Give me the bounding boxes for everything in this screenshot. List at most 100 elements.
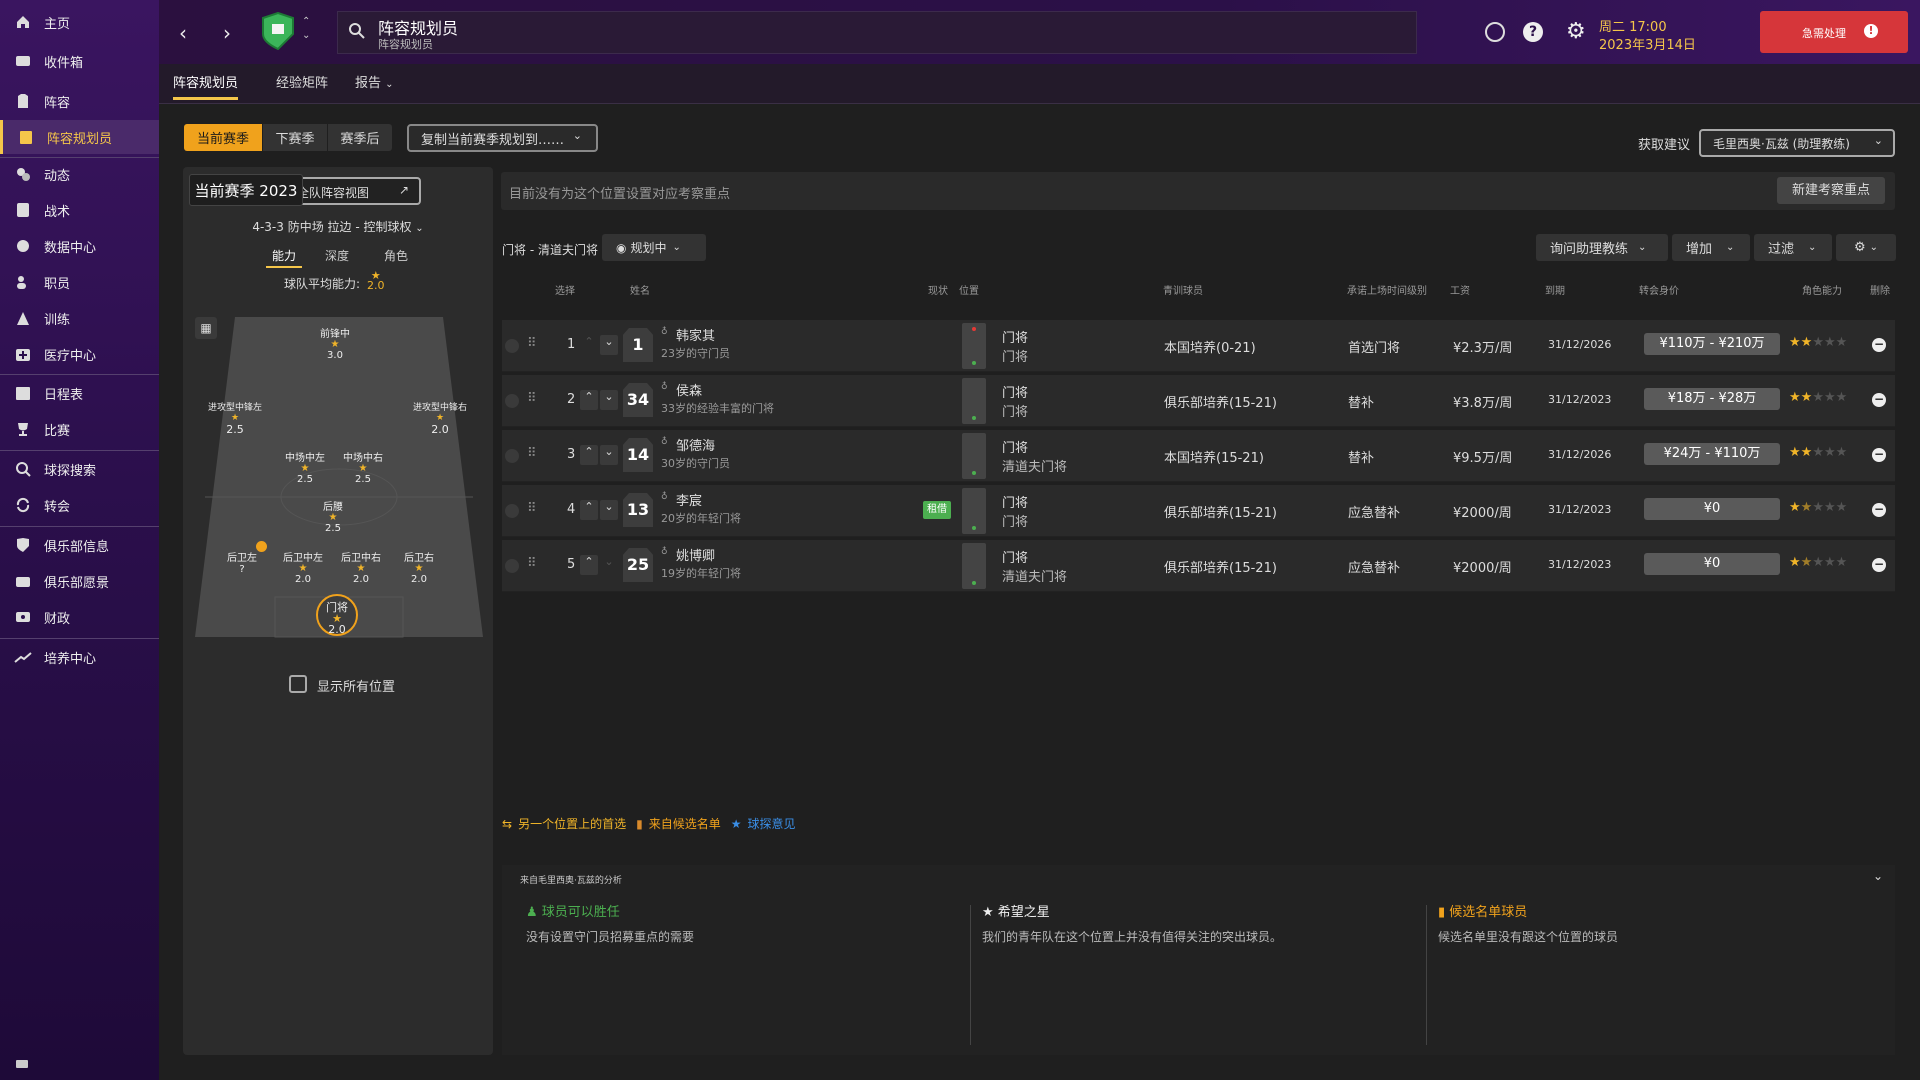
remove-icon[interactable]: −	[1872, 338, 1886, 352]
select-checkbox[interactable]	[505, 339, 519, 353]
filter-dropdown[interactable]: 过滤 ⌄	[1754, 234, 1832, 261]
move-down-icon[interactable]: ⌄	[600, 500, 618, 520]
add-dropdown[interactable]: 增加 ⌄	[1672, 234, 1750, 261]
drag-handle-icon[interactable]: ⠿	[527, 391, 537, 406]
position-mcr[interactable]: 中场中右 ★ 2.5	[335, 449, 391, 485]
move-up-icon[interactable]: ⌃	[580, 335, 598, 355]
header-homegrown[interactable]: 青训球员	[1163, 282, 1203, 297]
header-value[interactable]: 转会身价	[1639, 282, 1679, 297]
sidebar-item-dynamics[interactable]: 动态	[0, 157, 159, 191]
sidebar-item-staff[interactable]: 职员	[0, 265, 159, 299]
season-tab-next[interactable]: 下赛季	[263, 124, 327, 151]
urgent-button[interactable]: 急需处理 !	[1760, 11, 1908, 53]
settings-dropdown[interactable]: ⚙ ⌄	[1836, 234, 1896, 261]
drag-handle-icon[interactable]: ⠿	[527, 446, 537, 461]
header-role-ability[interactable]: 角色能力	[1802, 282, 1842, 297]
move-up-icon[interactable]: ⌃	[580, 445, 598, 465]
season-tab-after[interactable]: 赛季后	[328, 124, 392, 151]
move-up-icon[interactable]: ⌃	[580, 500, 598, 520]
position-gk-selected[interactable]: 门将 ★ 2.0	[316, 594, 358, 636]
move-up-icon[interactable]: ⌃	[580, 390, 598, 410]
sidebar-item-scouting[interactable]: 球探搜索	[0, 452, 159, 486]
ask-assistant-dropdown[interactable]: 询问助理教练 ⌄	[1536, 234, 1668, 261]
player-name[interactable]: 邹德海	[676, 435, 715, 454]
header-wage[interactable]: 工资	[1450, 282, 1470, 297]
sidebar-item-development[interactable]: 培养中心	[0, 640, 159, 674]
move-down-icon[interactable]: ⌄	[600, 390, 618, 410]
select-checkbox[interactable]	[505, 559, 519, 573]
copy-plan-dropdown[interactable]: 复制当前赛季规划到…… ⌄	[407, 124, 598, 152]
sidebar-item-club-vision[interactable]: 俱乐部愿景	[0, 564, 159, 598]
view-tab-role[interactable]: 角色	[384, 247, 408, 264]
remove-icon[interactable]: −	[1872, 448, 1886, 462]
remove-icon[interactable]: −	[1872, 393, 1886, 407]
keyboard-icon[interactable]	[16, 1060, 28, 1068]
sidebar-item-training[interactable]: 训练	[0, 301, 159, 335]
header-status[interactable]: 现状	[928, 282, 948, 297]
position-dm[interactable]: 后腰 ★ 2.5	[305, 498, 361, 534]
move-down-icon[interactable]: ⌄	[600, 445, 618, 465]
club-switch-chevron-icon[interactable]: ⌃ ⌄	[302, 15, 310, 43]
back-arrow-icon[interactable]: ‹	[179, 21, 187, 45]
sidebar-item-schedule[interactable]: 日程表	[0, 376, 159, 410]
forward-arrow-icon[interactable]: ›	[223, 21, 231, 45]
drag-handle-icon[interactable]: ⠿	[527, 556, 537, 571]
view-tab-ability[interactable]: 能力	[266, 247, 303, 268]
header-delete[interactable]: 删除	[1870, 282, 1890, 297]
show-all-checkbox[interactable]	[289, 675, 307, 693]
position-dcl[interactable]: 后卫中左 ★ 2.0	[275, 549, 331, 585]
header-select[interactable]: 选择	[555, 282, 575, 297]
player-name[interactable]: 韩家其	[676, 325, 715, 344]
tab-experience-matrix[interactable]: 经验矩阵	[276, 72, 328, 91]
sidebar-item-tactics[interactable]: 战术	[0, 193, 159, 227]
drag-handle-icon[interactable]: ⠿	[527, 501, 537, 516]
sidebar-item-club-info[interactable]: 俱乐部信息	[0, 528, 159, 562]
table-row[interactable]: ⠿ 2 ⌃ ⌄ 34 ♁ 侯森 33岁的经验丰富的门将 门将 门将 俱乐部培养(…	[502, 375, 1895, 427]
sidebar-item-inbox[interactable]: 收件箱	[0, 44, 159, 78]
header-name[interactable]: 姓名	[630, 282, 650, 297]
sidebar-item-squad-planner[interactable]: 阵容规划员	[0, 120, 159, 154]
select-checkbox[interactable]	[505, 394, 519, 408]
sidebar-item-finances[interactable]: 财政	[0, 600, 159, 634]
season-tab-current[interactable]: 当前赛季	[184, 124, 262, 151]
header-expiry[interactable]: 到期	[1545, 282, 1565, 297]
position-dr[interactable]: 后卫右 ★ 2.0	[391, 549, 447, 585]
drag-handle-icon[interactable]: ⠿	[527, 336, 537, 351]
search-bar[interactable]: 阵容规划员 阵容规划员	[337, 11, 1417, 54]
player-name[interactable]: 李宸	[676, 490, 702, 509]
position-st[interactable]: 前锋中 ★ 3.0	[295, 325, 375, 361]
remove-icon[interactable]: −	[1872, 558, 1886, 572]
table-row[interactable]: ⠿ 5 ⌃ ⌄ 25 ♁ 姚博卿 19岁的年轻门将 门将 清道夫门将 俱乐部培养…	[502, 540, 1895, 592]
table-row[interactable]: ⠿ 4 ⌃ ⌄ 13 ♁ 李宸 20岁的年轻门将 租借 门将 门将 俱乐部培养(…	[502, 485, 1895, 537]
table-row[interactable]: ⠿ 3 ⌃ ⌄ 14 ♁ 邹德海 30岁的守门员 门将 清道夫门将 本国培养(1…	[502, 430, 1895, 482]
table-row[interactable]: ⠿ 1 ⌃ ⌄ 1 ♁ 韩家其 23岁的守门员 门将 门将 本国培养(0-21)…	[502, 320, 1895, 372]
ball-icon[interactable]	[1485, 22, 1505, 42]
view-tab-depth[interactable]: 深度	[325, 247, 349, 264]
move-down-icon[interactable]: ⌄	[600, 555, 618, 575]
position-dl[interactable]: 后卫左?	[217, 541, 267, 575]
collapse-chevron-icon[interactable]: ⌄	[1873, 869, 1883, 883]
formation-dropdown[interactable]: 4-3-3 防中场 拉边 - 控制球权 ⌄	[183, 218, 493, 235]
tab-squad-planner[interactable]: 阵容规划员	[173, 72, 239, 100]
move-down-icon[interactable]: ⌄	[600, 335, 618, 355]
move-up-icon[interactable]: ⌃	[580, 555, 598, 575]
new-focus-button[interactable]: 新建考察重点	[1777, 177, 1885, 204]
position-aml[interactable]: 进攻型中锋左 ★ 2.5	[205, 400, 265, 436]
header-playing-time[interactable]: 承诺上场时间级别	[1347, 282, 1427, 297]
position-dcr[interactable]: 后卫中右 ★ 2.0	[333, 549, 389, 585]
player-name[interactable]: 侯森	[676, 380, 702, 399]
sidebar-item-squad[interactable]: 阵容	[0, 84, 159, 118]
select-checkbox[interactable]	[505, 504, 519, 518]
sidebar-item-transfers[interactable]: 转会	[0, 488, 159, 522]
tab-reports[interactable]: 报告 ⌄	[355, 72, 394, 91]
header-position[interactable]: 位置	[959, 282, 979, 297]
club-badge-icon[interactable]	[261, 11, 295, 51]
gear-icon[interactable]: ⚙	[1566, 19, 1586, 44]
sidebar-item-home[interactable]: 主页	[0, 5, 159, 39]
select-checkbox[interactable]	[505, 449, 519, 463]
date-display[interactable]: 周二 17:00 2023年3月14日	[1591, 12, 1713, 54]
sidebar-item-data-hub[interactable]: 数据中心	[0, 229, 159, 263]
help-icon[interactable]: ?	[1523, 22, 1543, 42]
sidebar-item-matches[interactable]: 比赛	[0, 412, 159, 446]
position-amr[interactable]: 进攻型中锋右 ★ 2.0	[410, 400, 470, 436]
